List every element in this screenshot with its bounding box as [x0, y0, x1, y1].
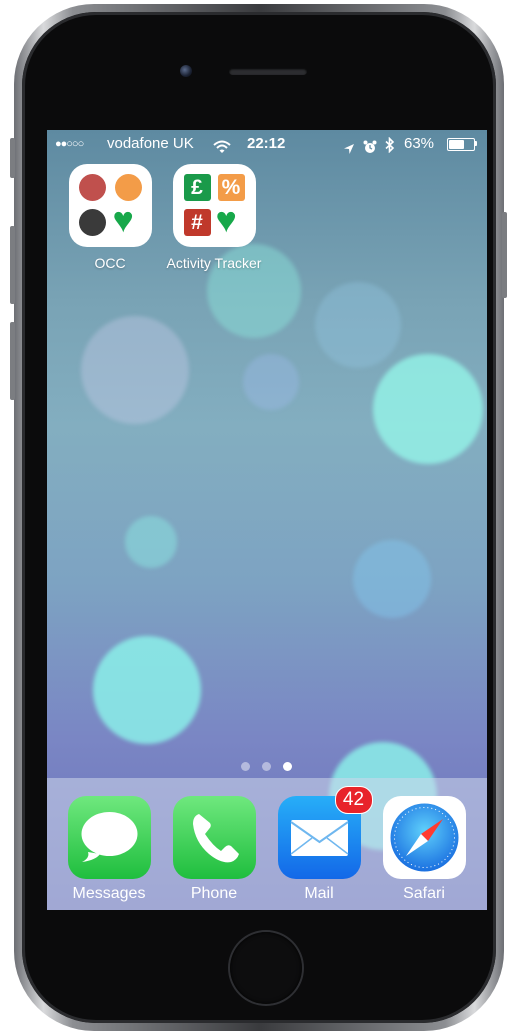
wallpaper-bokeh — [373, 354, 483, 464]
status-time: 22:12 — [247, 135, 286, 152]
unread-badge: 42 — [334, 786, 373, 814]
alarm-clock-icon — [363, 136, 377, 164]
app-label: OCC — [94, 255, 126, 271]
percent-tile: % — [217, 174, 245, 201]
carrier-name: vodafone UK — [107, 135, 194, 152]
mute-switch — [10, 138, 15, 178]
battery-percentage: 63% — [404, 135, 435, 152]
phone-icon — [172, 796, 256, 879]
page-dot — [262, 762, 271, 771]
messages-icon — [67, 796, 151, 879]
wallpaper-bokeh — [93, 636, 201, 744]
mail-icon: 42 — [277, 786, 373, 879]
power-button — [502, 212, 507, 298]
wallpaper-bokeh — [353, 540, 431, 618]
app-activity-tracker[interactable]: £ % # ♥ Activity Tracker — [159, 164, 269, 271]
dock-label: Phone — [190, 885, 238, 902]
wallpaper-bokeh — [315, 282, 401, 368]
occ-icon: ♥ — [68, 164, 152, 247]
dock-label: Mail — [304, 885, 334, 902]
occ-dark-circle — [78, 209, 106, 236]
dock-app-safari[interactable]: Safari — [372, 796, 476, 903]
page-dot — [241, 762, 250, 771]
dock-app-messages[interactable]: Messages — [57, 796, 161, 903]
battery-icon — [447, 138, 475, 151]
wifi-icon — [213, 136, 231, 164]
occ-red-circle — [78, 174, 106, 201]
volume-up-button — [10, 226, 15, 304]
battery-tip — [475, 141, 477, 146]
battery-level-fill — [449, 140, 465, 149]
dock-label: Messages — [72, 885, 146, 902]
home-button[interactable] — [230, 932, 302, 1004]
page-dot-current — [283, 762, 292, 771]
dock-app-mail[interactable]: 42 Mail — [267, 786, 373, 903]
wallpaper-bokeh — [125, 516, 177, 568]
tracker-heart-icon: ♥ — [215, 199, 237, 240]
page-indicator[interactable] — [237, 762, 297, 772]
dock-app-phone[interactable]: Phone — [162, 796, 266, 903]
front-camera — [180, 65, 192, 77]
dock-label: Safari — [403, 885, 445, 902]
status-bar: ●●○○○ vodafone UK 22:12 63% — [47, 130, 487, 158]
dock: Messages Phone 42 Mail Safari — [47, 778, 487, 910]
app-label: Activity Tracker — [166, 255, 262, 271]
safari-icon — [382, 796, 466, 879]
wallpaper-bokeh — [243, 354, 299, 410]
activity-tracker-icon: £ % # ♥ — [172, 164, 256, 247]
occ-heart-icon: ♥ — [112, 199, 134, 240]
wallpaper-bokeh — [81, 316, 189, 424]
occ-orange-circle — [114, 174, 142, 201]
bluetooth-icon — [385, 135, 395, 163]
volume-down-button — [10, 322, 15, 400]
home-screen: ●●○○○ vodafone UK 22:12 63% ♥ OCC £ % # … — [47, 130, 487, 910]
signal-strength: ●●○○○ — [55, 138, 84, 150]
location-arrow-icon — [343, 137, 355, 165]
pound-tile: £ — [183, 174, 211, 201]
hash-tile: # — [183, 209, 211, 236]
earpiece-speaker — [229, 68, 307, 75]
app-occ[interactable]: ♥ OCC — [55, 164, 165, 271]
